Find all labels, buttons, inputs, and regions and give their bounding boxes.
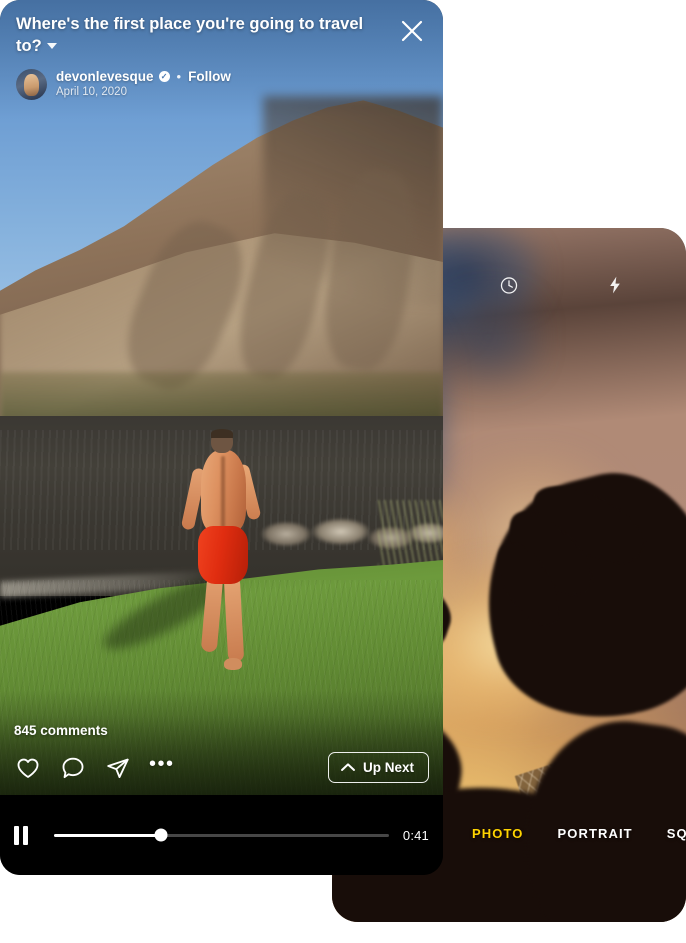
pause-bar-left [14, 825, 19, 845]
runner-shorts [198, 526, 248, 584]
timer-icon[interactable] [496, 272, 522, 298]
author-line: devonlevesque ✓ • Follow [56, 69, 231, 85]
runner-hair [211, 429, 233, 438]
question-row: Where's the first place you're going to … [16, 14, 427, 58]
avatar[interactable] [16, 68, 47, 100]
post-date: April 10, 2020 [56, 86, 127, 99]
separator-dot: • [176, 68, 182, 84]
player-bar: 0:41 [0, 795, 443, 875]
action-row: ••• Up Next [14, 752, 429, 783]
progress-scrubber[interactable] [54, 828, 389, 842]
runner-leg-right [223, 575, 245, 663]
comment-icon[interactable] [59, 754, 86, 781]
up-next-button[interactable]: Up Next [327, 752, 429, 783]
close-button[interactable] [397, 16, 427, 46]
chevron-up-icon [340, 760, 356, 775]
author-text: devonlevesque ✓ • Follow April 10, 2020 [56, 69, 231, 100]
runner-spine [221, 456, 225, 528]
video-post-panel: Where's the first place you're going to … [0, 0, 443, 875]
comments-count[interactable]: 845 comments [14, 715, 429, 738]
page-title: Where's the first place you're going to … [16, 14, 371, 58]
question-text: Where's the first place you're going to … [16, 15, 364, 55]
username[interactable]: devonlevesque [56, 69, 154, 85]
follow-button[interactable]: Follow [188, 69, 231, 85]
camera-mode-portrait[interactable]: PORTRAIT [557, 826, 632, 841]
pause-bar-right [23, 825, 28, 845]
video-header: Where's the first place you're going to … [0, 0, 443, 118]
like-icon[interactable] [14, 754, 41, 781]
more-icon[interactable]: ••• [149, 754, 175, 777]
video-player-surface[interactable] [0, 0, 443, 795]
up-next-label: Up Next [362, 760, 414, 775]
flash-icon[interactable] [602, 272, 628, 298]
runner-leg-left [200, 575, 224, 653]
pause-button[interactable] [14, 825, 34, 845]
video-bottom-overlay: 845 comments ••• Up Next [0, 715, 443, 795]
camera-mode-square[interactable]: SQ [667, 826, 686, 841]
time-remaining: 0:41 [402, 827, 429, 843]
chevron-down-icon[interactable] [46, 43, 57, 50]
share-icon[interactable] [104, 754, 131, 781]
progress-thumb[interactable] [154, 828, 168, 842]
camera-mode-photo[interactable]: PHOTO [472, 826, 524, 841]
author-row: devonlevesque ✓ • Follow April 10, 2020 [16, 68, 427, 100]
verified-badge-icon: ✓ [158, 70, 170, 82]
reeds [378, 500, 443, 570]
runner-figure [180, 429, 262, 680]
runner-foot [224, 658, 242, 670]
progress-fill [54, 833, 162, 837]
